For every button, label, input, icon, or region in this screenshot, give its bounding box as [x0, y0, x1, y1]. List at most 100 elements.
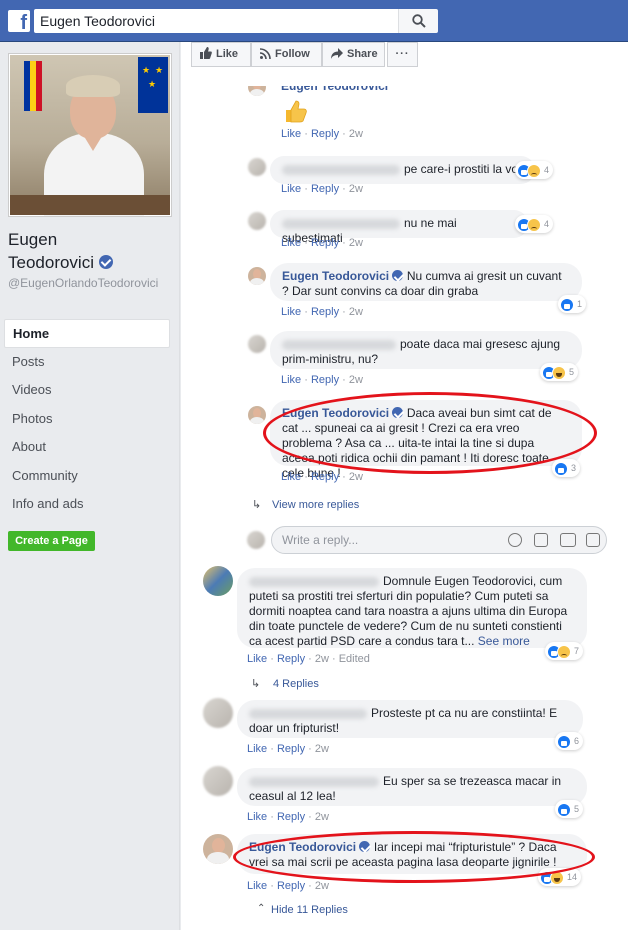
left-sidebar: ★ ★ ★ Eugen Teodorovici @EugenOrlandoTeodo…: [0, 42, 180, 930]
sidebar-item-about[interactable]: About: [4, 433, 170, 462]
like-link[interactable]: Like: [247, 653, 267, 665]
comment-time[interactable]: 2w: [315, 653, 329, 665]
comment-time[interactable]: 2w: [315, 811, 329, 823]
like-link[interactable]: Like: [281, 306, 301, 318]
avatar[interactable]: [248, 267, 266, 285]
avatar[interactable]: [248, 335, 266, 353]
comment-author[interactable]: Eugen Teodorovici: [249, 840, 356, 854]
reactions-count[interactable]: 3: [552, 459, 581, 477]
like-reaction-icon: [554, 461, 568, 476]
reaction-count: 3: [571, 463, 577, 473]
share-page-button[interactable]: Share: [322, 42, 385, 67]
comment-author[interactable]: Eugen Teodorovici: [282, 269, 389, 283]
reply-link[interactable]: Reply: [277, 880, 305, 892]
avatar[interactable]: [248, 212, 266, 230]
comment-meta: Like · Reply · 2w: [281, 306, 363, 318]
reply-link[interactable]: Reply: [311, 471, 339, 483]
avatar[interactable]: [203, 698, 233, 728]
reply-link[interactable]: Reply: [311, 237, 339, 249]
reactions-count[interactable]: 5: [555, 800, 584, 818]
reactions-count[interactable]: 1: [558, 295, 587, 313]
replies-link[interactable]: 4 Replies: [273, 678, 319, 690]
see-more-link[interactable]: See more: [478, 634, 530, 648]
reactions-count[interactable]: 4: [515, 215, 554, 233]
comment-bubble: Domnule Eugen Teodorovici, cum puteti sa…: [237, 568, 587, 648]
verified-badge-icon: [392, 407, 404, 418]
comment-time[interactable]: 2w: [349, 374, 363, 386]
avatar[interactable]: [248, 158, 266, 176]
like-link[interactable]: Like: [281, 237, 301, 249]
comment-bubble: Eugen Teodorovici Iar incepi mai “friptu…: [237, 834, 587, 874]
reply-link[interactable]: Reply: [277, 743, 305, 755]
reply-link[interactable]: Reply: [311, 374, 339, 386]
sticker-icon[interactable]: [586, 533, 600, 547]
comment-bubble: Eu sper sa se trezeasca macar in ceasul …: [237, 768, 587, 806]
like-reaction-icon: [557, 802, 571, 817]
facebook-logo-icon[interactable]: f: [8, 10, 30, 32]
blurred-author-name: [282, 218, 400, 229]
avatar[interactable]: [248, 406, 266, 424]
sidebar-item-posts[interactable]: Posts: [4, 348, 170, 377]
reaction-count: 1: [577, 299, 583, 309]
page-name[interactable]: Eugen Teodorovici: [8, 228, 173, 274]
reply-arrow-icon: ↳: [252, 499, 262, 511]
reactions-count[interactable]: 6: [555, 732, 584, 750]
reactions-count[interactable]: 7: [545, 642, 584, 660]
like-link[interactable]: Like: [247, 811, 267, 823]
avatar[interactable]: [203, 566, 233, 596]
sidebar-item-home[interactable]: Home: [4, 319, 170, 348]
comment-time[interactable]: 2w: [349, 128, 363, 140]
like-link[interactable]: Like: [247, 880, 267, 892]
sidebar-item-community[interactable]: Community: [4, 462, 170, 491]
reactions-count[interactable]: 5: [540, 363, 579, 381]
emoji-icon[interactable]: [508, 533, 522, 547]
like-page-button[interactable]: Like: [191, 42, 251, 67]
like-link[interactable]: Like: [281, 128, 301, 140]
like-link[interactable]: Like: [247, 743, 267, 755]
create-page-button[interactable]: Create a Page: [8, 531, 95, 551]
like-link[interactable]: Like: [281, 374, 301, 386]
sad-reaction-icon: [527, 163, 541, 178]
profile-picture[interactable]: ★ ★ ★: [8, 53, 172, 217]
reaction-count: 4: [544, 165, 550, 175]
comment-bubble: Prosteste pt ca nu are constiinta! E doa…: [237, 700, 583, 738]
camera-icon[interactable]: [534, 533, 548, 547]
avatar[interactable]: [203, 834, 233, 864]
reply-placeholder: Write a reply...: [282, 533, 359, 547]
view-more-replies-link[interactable]: View more replies: [272, 499, 359, 511]
reply-link[interactable]: Reply: [277, 653, 305, 665]
comment-meta: Like · Reply · 2w: [281, 471, 363, 483]
sad-reaction-icon: [557, 644, 571, 659]
comment-time[interactable]: 2w: [315, 743, 329, 755]
sidebar-item-photos[interactable]: Photos: [4, 405, 170, 434]
search-input[interactable]: Eugen Teodorovici: [34, 9, 398, 33]
follow-page-button[interactable]: Follow: [251, 42, 322, 67]
thumbs-up-sticker-icon: [286, 100, 307, 123]
comment-time[interactable]: 2w: [315, 880, 329, 892]
sidebar-item-videos[interactable]: Videos: [4, 376, 170, 405]
reaction-count: 7: [574, 646, 580, 656]
sidebar-item-info-and-ads[interactable]: Info and ads: [4, 490, 170, 519]
comment-time[interactable]: 2w: [349, 237, 363, 249]
reply-link[interactable]: Reply: [277, 811, 305, 823]
reactions-count[interactable]: 14: [538, 868, 582, 886]
blurred-author-name: [249, 576, 379, 587]
reactions-count[interactable]: 4: [515, 161, 554, 179]
reply-link[interactable]: Reply: [311, 306, 339, 318]
reply-link[interactable]: Reply: [311, 183, 339, 195]
comment-time[interactable]: 2w: [349, 183, 363, 195]
comment-author[interactable]: Eugen Teodorovici: [282, 406, 389, 420]
reply-link[interactable]: Reply: [311, 128, 339, 140]
like-link[interactable]: Like: [281, 183, 301, 195]
comment-time[interactable]: 2w: [349, 471, 363, 483]
like-link[interactable]: Like: [281, 471, 301, 483]
edited-label: Edited: [338, 653, 370, 665]
search-button[interactable]: [398, 9, 438, 33]
more-options-button[interactable]: ···: [387, 42, 418, 67]
gif-icon[interactable]: [560, 533, 576, 547]
search-icon: [412, 14, 426, 28]
reply-input[interactable]: Write a reply...: [271, 526, 607, 554]
avatar[interactable]: [203, 766, 233, 796]
hide-replies-link[interactable]: Hide 11 Replies: [271, 904, 348, 916]
comment-time[interactable]: 2w: [349, 306, 363, 318]
